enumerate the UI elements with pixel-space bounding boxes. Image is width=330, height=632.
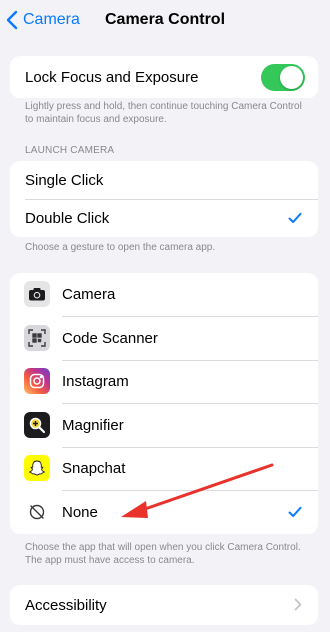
navigation-bar: Camera Camera Control bbox=[0, 0, 330, 42]
checkmark-icon bbox=[288, 506, 302, 517]
qr-scanner-icon bbox=[24, 325, 50, 351]
checkmark-icon bbox=[288, 212, 302, 223]
lock-focus-toggle[interactable] bbox=[261, 64, 305, 91]
app-list-footer: Choose the app that will open when you c… bbox=[25, 542, 301, 566]
launch-camera-card: Single Click Double Click bbox=[10, 161, 318, 237]
lock-focus-footer: Lightly press and hold, then continue to… bbox=[25, 101, 302, 125]
app-label: Code Scanner bbox=[62, 329, 158, 347]
app-row-snapchat[interactable]: Snapchat bbox=[10, 447, 318, 490]
app-label: Camera bbox=[62, 286, 116, 303]
app-row-instagram[interactable]: Instagram bbox=[10, 360, 318, 403]
instagram-icon bbox=[24, 368, 50, 394]
app-label: Magnifier bbox=[62, 416, 124, 434]
app-row-none[interactable]: None bbox=[10, 490, 318, 534]
app-row-code-scanner[interactable]: Code Scanner bbox=[10, 316, 318, 360]
accessibility-row[interactable]: Accessibility bbox=[10, 585, 318, 625]
app-label: None bbox=[62, 503, 98, 521]
option-label: Double Click bbox=[25, 209, 110, 227]
toggle-knob bbox=[280, 66, 303, 89]
camera-icon bbox=[24, 281, 50, 307]
app-row-magnifier[interactable]: Magnifier bbox=[10, 403, 318, 447]
option-label: Single Click bbox=[25, 171, 104, 189]
none-icon bbox=[24, 499, 50, 525]
snapchat-icon bbox=[24, 455, 50, 481]
app-list-card: Camera Code Scanner Instagram Magnifier … bbox=[10, 273, 318, 534]
option-double-click[interactable]: Double Click bbox=[10, 199, 318, 237]
chevron-right-icon bbox=[294, 598, 302, 611]
accessibility-label: Accessibility bbox=[25, 596, 107, 614]
launch-camera-header: LAUNCH CAMERA bbox=[25, 145, 115, 156]
lock-focus-label: Lock Focus and Exposure bbox=[25, 68, 199, 86]
app-label: Snapchat bbox=[62, 460, 126, 477]
launch-camera-footer: Choose a gesture to open the camera app. bbox=[25, 242, 216, 253]
app-label: Instagram bbox=[62, 373, 129, 390]
magnifier-icon bbox=[24, 412, 50, 438]
app-row-camera[interactable]: Camera bbox=[10, 273, 318, 316]
accessibility-card: Accessibility bbox=[10, 585, 318, 625]
page-title: Camera Control bbox=[104, 11, 226, 28]
lock-focus-card: Lock Focus and Exposure bbox=[10, 56, 318, 98]
option-single-click[interactable]: Single Click bbox=[10, 161, 318, 199]
